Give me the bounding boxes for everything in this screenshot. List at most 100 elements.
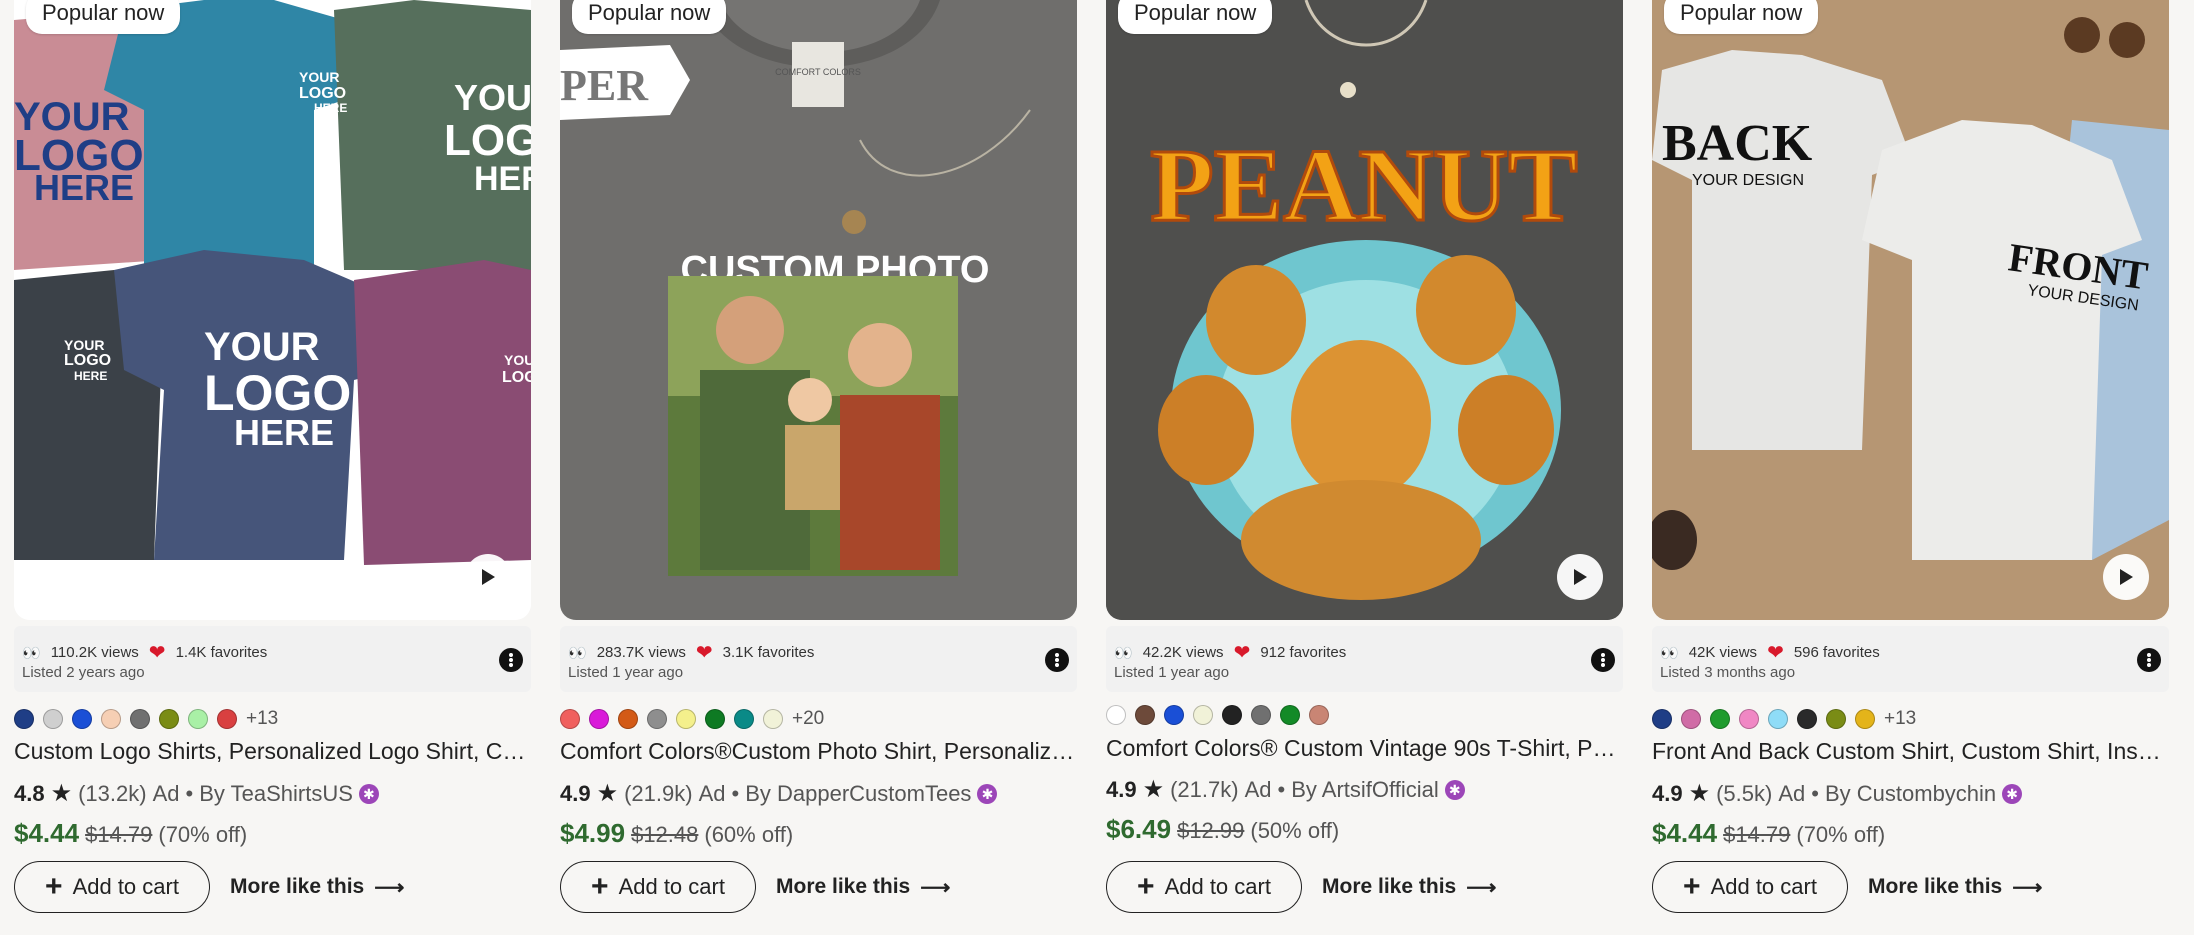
listing-stats: 👀 42K views ❤ 596 favorites Listed 3 mon… <box>1652 626 2169 692</box>
more-options-icon[interactable] <box>2137 648 2161 672</box>
more-like-this-link[interactable]: More like this ⟶ <box>776 875 950 900</box>
shop-name[interactable]: By Custombychin <box>1825 781 1996 807</box>
product-title[interactable]: Comfort Colors®Custom Photo Shirt, Perso… <box>560 738 1077 765</box>
color-swatch[interactable] <box>1797 709 1817 729</box>
color-swatch[interactable] <box>589 709 609 729</box>
color-swatch[interactable] <box>1193 705 1213 725</box>
add-to-cart-button[interactable]: + Add to cart <box>1652 861 1848 913</box>
add-to-cart-button[interactable]: + Add to cart <box>14 861 210 913</box>
product-card[interactable]: PEANUT Popular now 👀 42.2K views ❤ 912 f… <box>1106 0 1623 935</box>
listed-date: Listed 3 months ago <box>1660 664 1796 681</box>
rating-value: 4.9 <box>1106 776 1137 802</box>
more-colors-count[interactable]: +20 <box>792 708 824 730</box>
color-swatch[interactable] <box>1309 705 1329 725</box>
color-swatch[interactable] <box>101 709 121 729</box>
shop-name[interactable]: By TeaShirtsUS <box>199 781 353 807</box>
star-seller-icon: ✱ <box>977 783 998 804</box>
color-swatch[interactable] <box>130 709 150 729</box>
play-icon[interactable] <box>2103 554 2149 600</box>
color-swatch[interactable] <box>1855 709 1875 729</box>
more-options-icon[interactable] <box>1591 648 1615 672</box>
shop-name[interactable]: By ArtsifOfficial <box>1291 777 1439 803</box>
product-image[interactable]: BACK YOUR DESIGN FRONT YOUR DESIGN Popul… <box>1652 0 2169 620</box>
sale-price: $4.44 <box>14 818 80 848</box>
more-colors-count[interactable]: +13 <box>1884 708 1916 730</box>
color-swatch[interactable] <box>217 709 237 729</box>
star-seller-icon: ✱ <box>1444 779 1465 800</box>
product-image[interactable]: COMFORT COLORS PER CUSTOM PHOTO Popular … <box>560 0 1077 620</box>
color-swatch[interactable] <box>618 709 638 729</box>
color-swatch[interactable] <box>1681 709 1701 729</box>
color-swatch[interactable] <box>159 709 179 729</box>
add-to-cart-button[interactable]: + Add to cart <box>560 861 756 913</box>
rating-row: 4.8 ★ (13.2k) Ad • By TeaShirtsUS ✱ <box>14 779 379 808</box>
product-title[interactable]: Front And Back Custom Shirt, Custom Shir… <box>1652 738 2169 765</box>
color-swatch[interactable] <box>763 709 783 729</box>
eyes-icon: 👀 <box>568 644 587 662</box>
shop-name[interactable]: By DapperCustomTees <box>745 781 971 807</box>
product-card[interactable]: YOUR LOGO HERE YOUR LOGO HERE YOUR LOGO … <box>14 0 531 935</box>
discount-label: (70% off) <box>1796 822 1886 847</box>
color-swatch[interactable] <box>188 709 208 729</box>
price-row: $4.99 $12.48 (60% off) <box>560 818 793 849</box>
color-swatch[interactable] <box>1106 705 1126 725</box>
color-swatch[interactable] <box>1251 705 1271 725</box>
color-swatch[interactable] <box>14 709 34 729</box>
more-options-icon[interactable] <box>499 648 523 672</box>
color-swatch[interactable] <box>1280 705 1300 725</box>
heart-icon: ❤ <box>695 642 713 664</box>
product-card[interactable]: BACK YOUR DESIGN FRONT YOUR DESIGN Popul… <box>1652 0 2169 935</box>
svg-text:LOGO: LOGO <box>444 116 531 165</box>
ad-label: Ad <box>1778 780 1806 806</box>
more-options-icon[interactable] <box>1045 648 1069 672</box>
color-swatch[interactable] <box>1768 709 1788 729</box>
product-title[interactable]: Custom Logo Shirts, Personalized Logo Sh… <box>14 738 531 765</box>
star-icon: ★ <box>50 780 73 807</box>
color-swatch[interactable] <box>647 709 667 729</box>
product-image[interactable]: YOUR LOGO HERE YOUR LOGO HERE YOUR LOGO … <box>14 0 531 620</box>
star-seller-icon: ✱ <box>358 783 379 804</box>
sale-price: $4.44 <box>1652 818 1718 848</box>
play-icon[interactable] <box>465 554 511 600</box>
svg-text:PER: PER <box>560 61 649 110</box>
svg-text:YOUR: YOUR <box>204 325 320 369</box>
separator-dot: • <box>1811 780 1819 806</box>
color-swatch[interactable] <box>1710 709 1730 729</box>
color-swatch[interactable] <box>72 709 92 729</box>
color-swatches: +20 <box>560 708 824 730</box>
play-icon[interactable] <box>1557 554 1603 600</box>
original-price: $12.48 <box>631 822 699 847</box>
views-count: 283.7K views <box>596 644 686 661</box>
color-swatch[interactable] <box>1739 709 1759 729</box>
custom-photo-shirt-image: COMFORT COLORS PER CUSTOM PHOTO <box>560 0 1077 620</box>
color-swatch[interactable] <box>1826 709 1846 729</box>
color-swatch[interactable] <box>1164 705 1184 725</box>
color-swatch[interactable] <box>1652 709 1672 729</box>
more-like-this-link[interactable]: More like this ⟶ <box>1322 875 1496 900</box>
color-swatch[interactable] <box>43 709 63 729</box>
more-like-this-link[interactable]: More like this ⟶ <box>1868 875 2042 900</box>
listed-date: Listed 2 years ago <box>22 664 145 681</box>
product-card[interactable]: COMFORT COLORS PER CUSTOM PHOTO Popular … <box>560 0 1077 935</box>
more-like-this-label: More like this <box>1322 875 1457 898</box>
discount-label: (60% off) <box>704 822 794 847</box>
more-like-this-link[interactable]: More like this ⟶ <box>230 875 404 900</box>
color-swatch[interactable] <box>676 709 696 729</box>
price-row: $4.44 $14.79 (70% off) <box>14 818 247 849</box>
original-price: $14.79 <box>85 822 153 847</box>
more-like-this-label: More like this <box>776 875 911 898</box>
color-swatch[interactable] <box>560 709 580 729</box>
heart-icon: ❤ <box>1767 642 1784 664</box>
product-title[interactable]: Comfort Colors® Custom Vintage 90s T-Shi… <box>1106 735 1623 762</box>
color-swatch[interactable] <box>734 709 754 729</box>
color-swatch[interactable] <box>705 709 725 729</box>
color-swatch[interactable] <box>1135 705 1155 725</box>
color-swatch[interactable] <box>1222 705 1242 725</box>
add-to-cart-label: Add to cart <box>1710 874 1817 899</box>
more-colors-count[interactable]: +13 <box>246 708 278 730</box>
eyes-icon: 👀 <box>1660 644 1679 662</box>
add-to-cart-button[interactable]: + Add to cart <box>1106 861 1302 913</box>
logo-shirts-image: YOUR LOGO HERE YOUR LOGO HERE YOUR LOGO … <box>14 0 531 620</box>
product-image[interactable]: PEANUT Popular now <box>1106 0 1623 620</box>
price-row: $4.44 $14.79 (70% off) <box>1652 818 1885 849</box>
